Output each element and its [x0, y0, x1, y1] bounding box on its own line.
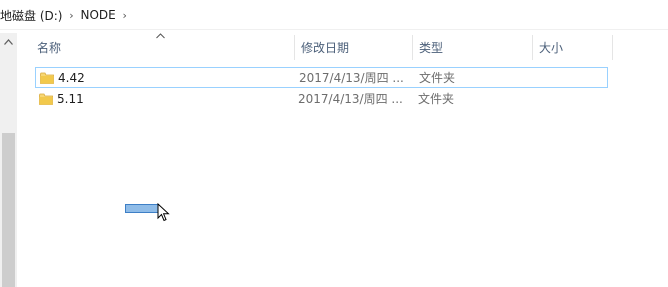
file-name: 4.42	[58, 70, 85, 85]
arrow-cursor-icon	[157, 202, 171, 223]
file-type: 文件夹	[418, 92, 455, 106]
column-header-type-label: 类型	[419, 41, 444, 55]
vertical-scrollbar[interactable]	[0, 33, 17, 287]
chevron-right-icon[interactable]: ›	[116, 9, 134, 22]
file-name-cell: 5.11	[39, 89, 84, 108]
column-header-date-label: 修改日期	[301, 41, 350, 55]
breadcrumb-item-drive[interactable]: 地磁盘 (D:)	[0, 7, 62, 24]
column-header-type[interactable]: 类型	[413, 35, 533, 60]
column-header-name-label: 名称	[37, 41, 62, 55]
scrollbar-thumb[interactable]	[2, 133, 15, 287]
file-explorer-window: 地磁盘 (D:) › NODE › 名称 修改日期 类型 大小 4.42 201…	[0, 0, 668, 287]
file-name: 5.11	[57, 91, 84, 106]
list-item[interactable]: 5.11 2017/4/13/周四 ... 文件夹	[35, 89, 608, 110]
modified-date: 2017/4/13/周四 ...	[299, 71, 404, 85]
modified-date: 2017/4/13/周四 ...	[298, 92, 403, 106]
list-item[interactable]: 4.42 2017/4/13/周四 ... 文件夹	[35, 67, 608, 88]
column-headers: 名称 修改日期 类型 大小	[17, 33, 668, 60]
column-header-name[interactable]: 名称	[31, 35, 295, 60]
folder-icon	[40, 72, 54, 84]
file-type: 文件夹	[419, 71, 456, 85]
breadcrumb: 地磁盘 (D:) › NODE ›	[0, 0, 668, 30]
folder-icon	[39, 93, 53, 105]
scroll-up-icon[interactable]	[0, 33, 17, 50]
drag-selection-rectangle	[125, 204, 159, 213]
column-header-date[interactable]: 修改日期	[295, 35, 413, 60]
chevron-right-icon[interactable]: ›	[62, 9, 80, 22]
breadcrumb-item-folder[interactable]: NODE	[80, 8, 115, 22]
divider	[0, 29, 668, 30]
file-name-cell: 4.42	[40, 68, 85, 87]
column-header-size-label: 大小	[539, 41, 564, 55]
column-header-size[interactable]: 大小	[533, 35, 613, 60]
